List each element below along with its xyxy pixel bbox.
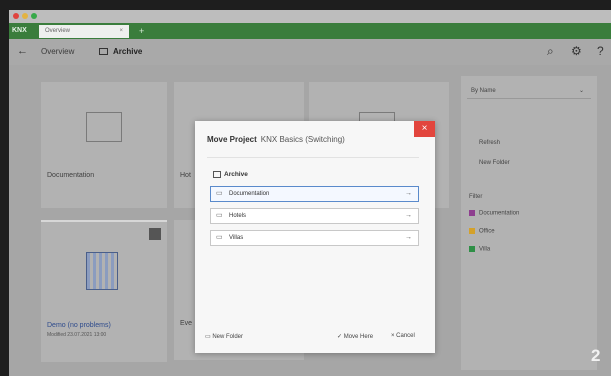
step-number: 2 xyxy=(591,346,601,365)
dialog-title-text: Move Project xyxy=(207,135,257,144)
color-swatch xyxy=(469,210,475,216)
folder-label: Documentation xyxy=(229,191,270,197)
dialog-close-button[interactable]: × xyxy=(414,121,435,137)
maximize-window-icon[interactable] xyxy=(31,13,37,19)
folder-row-villas[interactable]: ▭ Villas → xyxy=(210,230,419,246)
tab-bar: KNX Overview × + xyxy=(9,23,611,39)
minimize-window-icon[interactable] xyxy=(22,13,28,19)
filter-label: Villa xyxy=(479,246,491,253)
building-icon xyxy=(86,252,118,290)
arrow-right-icon[interactable]: → xyxy=(405,231,412,245)
folder-row-documentation[interactable]: ▭ Documentation → xyxy=(210,186,419,202)
tab-overview[interactable]: Overview × xyxy=(39,25,129,38)
divider xyxy=(207,157,419,158)
dialog-subtitle: KNX Basics (Switching) xyxy=(260,135,345,144)
breadcrumb-label: Archive xyxy=(224,171,248,179)
archive-icon xyxy=(213,171,221,178)
new-folder-label: New Folder xyxy=(212,334,244,340)
new-folder-side-button[interactable]: New Folder xyxy=(479,160,510,166)
chevron-down-icon: ⌄ xyxy=(579,88,585,94)
search-icon[interactable]: ⌕ xyxy=(547,44,554,59)
tab-label: Overview xyxy=(45,28,71,34)
folder-icon: ▭ xyxy=(216,234,223,241)
folder-icon: ▭ xyxy=(216,212,223,219)
card-label: Demo (no problems) xyxy=(47,322,111,329)
archive-icon xyxy=(99,48,108,55)
project-card-documentation[interactable]: Documentation xyxy=(41,82,167,208)
filter-office[interactable]: Office xyxy=(469,228,495,235)
move-here-button[interactable]: ✓ Move Here xyxy=(337,333,373,340)
card-label: Hot xyxy=(180,172,191,179)
toolbar: ← Overview Archive ⌕ ⚙ ? xyxy=(9,39,611,65)
folder-icon: ▭ xyxy=(216,190,223,197)
color-swatch xyxy=(469,228,475,234)
gear-icon[interactable]: ⚙ xyxy=(571,44,582,58)
dialog-breadcrumb[interactable]: Archive xyxy=(213,171,248,178)
back-arrow-icon[interactable]: ← xyxy=(17,45,28,57)
breadcrumb-archive[interactable]: Archive xyxy=(113,47,142,56)
app-window: KNX Overview × + ← Overview Archive ⌕ ⚙ … xyxy=(9,10,611,376)
filter-title: Filter xyxy=(469,194,483,200)
folder-label: Hotels xyxy=(229,213,247,219)
filter-label: Office xyxy=(479,228,495,235)
color-swatch xyxy=(469,246,475,252)
refresh-button[interactable]: Refresh xyxy=(479,140,500,146)
cancel-button[interactable]: × Cancel xyxy=(391,333,415,339)
close-window-icon[interactable] xyxy=(13,13,19,19)
folder-row-hotels[interactable]: ▭ Hotels → xyxy=(210,208,419,224)
help-icon[interactable]: ? xyxy=(597,44,604,58)
card-badge-icon xyxy=(149,228,161,240)
filter-label: Documentation xyxy=(479,210,520,217)
folder-label: Villas xyxy=(229,235,244,241)
card-label: Eve xyxy=(180,320,193,327)
filter-documentation[interactable]: Documentation xyxy=(469,210,519,217)
card-label: Documentation xyxy=(47,172,95,179)
window-titlebar xyxy=(9,10,611,23)
dialog-footer: ▭ New Folder ✓ Move Here × Cancel xyxy=(195,323,435,353)
arrow-right-icon[interactable]: → xyxy=(405,209,412,223)
card-sublabel: Modified 23.07.2021 13:00 xyxy=(47,332,107,338)
app-logo: KNX xyxy=(12,27,27,34)
tab-close-icon[interactable]: × xyxy=(119,25,123,38)
project-card-demo[interactable]: Demo (no problems) Modified 23.07.2021 1… xyxy=(41,220,167,362)
checkmark-icon: ✓ xyxy=(337,334,344,340)
arrow-right-icon[interactable]: → xyxy=(405,187,412,201)
side-panel: By Name ⌄ Refresh New Folder Filter Docu… xyxy=(461,76,597,370)
folder-icon xyxy=(86,112,122,142)
cancel-label: Cancel xyxy=(396,333,415,339)
sort-dropdown[interactable]: By Name ⌄ xyxy=(467,84,591,99)
move-here-label: Move Here xyxy=(343,334,374,340)
sort-label: By Name xyxy=(471,88,496,94)
breadcrumb-overview[interactable]: Overview xyxy=(41,47,74,56)
filter-villa[interactable]: Villa xyxy=(469,246,490,253)
dialog-title: Move Project KNX Basics (Switching) xyxy=(207,135,345,144)
move-project-dialog: Move Project KNX Basics (Switching) × Arc… xyxy=(195,121,435,353)
new-folder-button[interactable]: ▭ New Folder xyxy=(205,333,243,340)
new-tab-icon[interactable]: + xyxy=(139,25,144,37)
